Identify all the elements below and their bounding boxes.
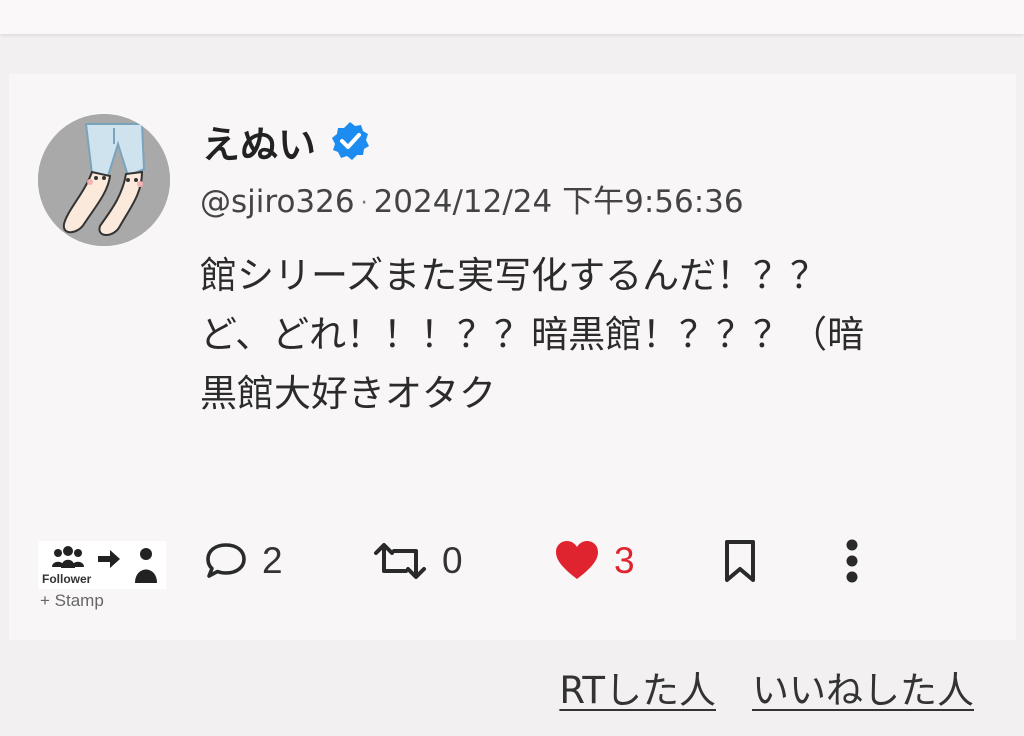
engagement-links: RTした人 いいねした人 xyxy=(559,660,974,714)
stamp-image: Follower xyxy=(38,541,166,589)
like-button[interactable]: 3 xyxy=(554,536,635,586)
display-name[interactable]: えぬい xyxy=(202,114,316,169)
bookmark-icon xyxy=(725,540,755,582)
liked-by-link[interactable]: いいねした人 xyxy=(752,660,974,714)
more-options-button[interactable] xyxy=(842,536,862,586)
stamp-caption: + Stamp xyxy=(40,591,104,610)
retweet-count: 0 xyxy=(442,540,463,581)
avatar[interactable] xyxy=(38,114,170,246)
reply-count: 2 xyxy=(262,540,283,581)
post-text-line: 館シリーズまた実写化するんだ！？？ xyxy=(200,254,828,297)
post-text: 館シリーズまた実写化するんだ！？？ ど、どれ！！！？？暗黒館！？？？（暗 黒館大… xyxy=(200,246,1010,423)
speech-bubble-icon xyxy=(206,543,246,578)
verified-badge-icon xyxy=(332,122,370,160)
retweet-icon xyxy=(374,543,426,579)
heart-icon xyxy=(556,541,598,579)
post-text-line: ど、どれ！！！？？暗黒館！？？？（暗 xyxy=(200,313,865,356)
retweet-button[interactable]: 0 xyxy=(372,536,463,586)
post-text-line: 黒館大好きオタク xyxy=(200,372,496,415)
reply-button[interactable]: 2 xyxy=(204,536,283,586)
top-bar xyxy=(0,0,1024,34)
user-handle[interactable]: @sjiro326 xyxy=(200,184,355,220)
bookmark-button[interactable] xyxy=(722,536,758,586)
avatar-image xyxy=(38,114,170,246)
follower-stamp-button[interactable]: Follower + Stamp xyxy=(38,541,168,613)
post-timestamp[interactable]: 2024/12/24 下午9:56:36 xyxy=(374,184,744,220)
retweeted-by-link[interactable]: RTした人 xyxy=(559,660,716,714)
like-count: 3 xyxy=(614,540,635,581)
vertical-ellipsis-icon xyxy=(846,539,858,583)
stamp-follower-label: Follower xyxy=(42,572,92,586)
meta-separator: · xyxy=(360,191,368,216)
post-meta: @sjiro326 · 2024/12/24 下午9:56:36 xyxy=(200,176,744,221)
display-name-row: えぬい xyxy=(202,114,370,169)
